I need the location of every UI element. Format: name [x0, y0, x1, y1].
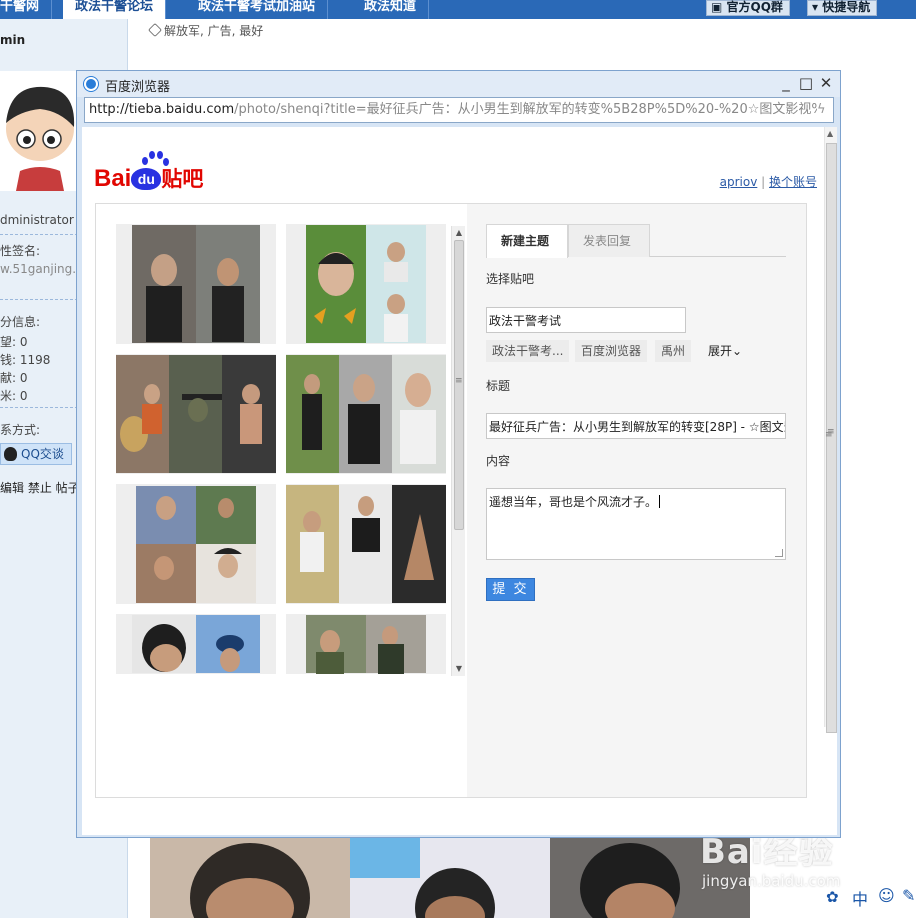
baidu-browser-icon	[84, 77, 98, 91]
tab-reply[interactable]: 发表回复	[568, 224, 650, 257]
quick-nav-button[interactable]: ▾ 快捷导航	[807, 0, 878, 16]
stat-row: 米: 0	[0, 387, 28, 404]
photo-thumbnail[interactable]	[116, 484, 276, 604]
stat-label: 献:	[0, 371, 17, 385]
signature-value[interactable]: w.51ganjing.c	[0, 262, 83, 276]
logo-tieba: 贴吧	[161, 168, 204, 191]
maximize-icon[interactable]: □	[798, 75, 814, 91]
account-name-link[interactable]: apriov	[720, 175, 758, 189]
forum-top-nav: 干警网 政法干警论坛 政法干警考试加油站 政法知道 ▣ 官方QQ群 ▾ 快捷导航	[0, 0, 916, 19]
nav-tab-exam-station[interactable]: 政法干警考试加油站	[186, 0, 329, 19]
nav-tab-zhidao[interactable]: 政法知道	[352, 0, 430, 19]
qq-penguin-icon	[4, 447, 17, 461]
scroll-up-icon[interactable]: ▲	[827, 129, 833, 138]
account-links: apriov | 换个账号	[719, 175, 817, 189]
points-label: 分信息:	[0, 315, 41, 329]
tag-icon	[147, 22, 163, 38]
contact-label: 系方式:	[0, 423, 41, 437]
expand-bars-toggle[interactable]: 展开⌄	[708, 340, 742, 362]
suggested-bar-chip[interactable]: 政法干警考...	[486, 340, 570, 362]
tags-text[interactable]: 解放军, 广告, 最好	[164, 24, 263, 38]
stat-label: 钱:	[0, 353, 17, 367]
admin-actions[interactable]: 编辑 禁止 帖子	[0, 479, 80, 496]
address-bar[interactable]: http://tieba.baidu.com/photo/shenqi?titl…	[84, 97, 834, 123]
minimize-icon[interactable]: _	[778, 75, 794, 91]
stat-value: 0	[19, 335, 28, 349]
content-label: 内容	[486, 454, 511, 468]
scroll-down-icon[interactable]: ▼	[454, 664, 464, 674]
qq-chat-button[interactable]: QQ交谈	[0, 443, 72, 465]
photo-thumbnail[interactable]	[116, 614, 276, 674]
username[interactable]: min	[0, 33, 25, 47]
form-tabs: 新建主题 发表回复	[486, 224, 786, 258]
url-path: /photo/shenqi?title=最好征兵广告：从小男生到解放军的转变%5…	[234, 102, 833, 117]
suggested-bar-chip[interactable]: 禹州	[655, 340, 692, 362]
official-qq-group-label: 官方QQ群	[726, 0, 783, 14]
avatar[interactable]	[0, 71, 76, 191]
scroll-up-icon[interactable]: ▲	[454, 228, 464, 238]
emoji-icon[interactable]: ☺	[878, 886, 895, 905]
select-bar-label: 选择贴吧	[486, 272, 535, 286]
submit-button[interactable]: 提 交	[486, 578, 535, 601]
background-photo[interactable]	[150, 838, 350, 921]
photo-thumbnail[interactable]	[116, 354, 276, 474]
scroll-grip-icon: ≡	[455, 376, 463, 386]
stat-value: 1198	[19, 353, 51, 367]
share-panel: ▲ ≡ ▼ 新建主题 发表回复 选择贴吧 政法干警考试 政法干警考... 百度浏…	[95, 203, 807, 798]
paw-icon[interactable]: ✿	[826, 888, 839, 906]
official-qq-group-button[interactable]: ▣ 官方QQ群	[706, 0, 790, 16]
url-host: http://tieba.baidu.com	[89, 102, 235, 117]
signature-label: 性签名:	[0, 244, 41, 258]
photo-thumbnail[interactable]	[286, 484, 446, 604]
page-scroll-grip-icon[interactable]: ≡	[825, 430, 833, 440]
content-textarea[interactable]: 遥想当年，哥也是个风流才子。	[486, 488, 786, 560]
popup-title-bar[interactable]: 百度浏览器 _ □ ✕	[77, 71, 840, 97]
stat-value: 0	[19, 389, 28, 403]
baidu-browser-popup: 百度浏览器 _ □ ✕ http://tieba.baidu.com/photo…	[76, 70, 841, 838]
post-tags: 解放军, 广告, 最好	[147, 22, 263, 39]
popup-scrollbar[interactable]: ▲ ≡	[824, 127, 837, 733]
photo-thumbnail[interactable]	[116, 224, 276, 344]
background-photo-strip	[150, 838, 750, 921]
photo-thumbnail[interactable]	[286, 224, 446, 344]
nav-tab-forum[interactable]: 政法干警论坛	[63, 0, 167, 19]
popup-window-title: 百度浏览器	[105, 80, 171, 95]
nav-tab-home[interactable]: 干警网	[0, 0, 53, 19]
bar-name-input[interactable]: 政法干警考试	[486, 307, 686, 333]
stat-row: 献: 0	[0, 369, 28, 386]
user-role: dministrator	[0, 213, 74, 227]
logo-du: du	[131, 168, 162, 190]
ime-chinese-indicator[interactable]: 中	[852, 886, 868, 910]
photo-scrollbar[interactable]: ▲ ≡ ▼	[451, 226, 465, 676]
lightning-icon[interactable]: ϟ	[817, 98, 831, 122]
logo-bai: Bai	[94, 165, 132, 192]
content-text: 遥想当年，哥也是个风流才子。	[489, 495, 658, 509]
popup-content: Bai du 贴吧 apriov | 换个账号 ▲ ≡ ▼ 新建主题 发表回复 …	[82, 127, 837, 835]
stat-label: 米:	[0, 389, 17, 403]
switch-account-link[interactable]: 换个账号	[769, 175, 817, 189]
text-caret	[659, 495, 661, 508]
title-label: 标题	[486, 379, 511, 393]
photo-thumbnail[interactable]	[286, 614, 446, 674]
expand-label: 展开	[708, 344, 733, 358]
photo-thumbnail[interactable]	[286, 354, 446, 474]
jingyan-watermark-url: jingyan.baidu.com	[702, 872, 841, 890]
title-input[interactable]: 最好征兵广告：从小男生到解放军的转变[28P] - ☆图文影视%2	[486, 413, 786, 439]
bottom-toolbar: ✿ 中 ☺ ✎	[822, 884, 916, 912]
quick-nav-label: 快捷导航	[822, 0, 871, 14]
pen-icon[interactable]: ✎	[902, 886, 915, 905]
close-icon[interactable]: ✕	[818, 75, 834, 91]
stat-row: 钱: 1198	[0, 351, 50, 368]
suggested-bar-chip[interactable]: 百度浏览器	[575, 340, 648, 362]
stat-label: 望:	[0, 335, 17, 349]
stat-value: 0	[19, 371, 28, 385]
tab-new-topic[interactable]: 新建主题	[486, 224, 568, 258]
chevron-down-icon: ⌄	[732, 344, 743, 358]
qq-chat-label: QQ交谈	[21, 447, 64, 461]
stat-row: 望: 0	[0, 333, 28, 350]
background-photo[interactable]	[350, 838, 550, 921]
photo-picker: ▲ ≡ ▼	[96, 204, 467, 797]
resize-grip-icon[interactable]	[775, 549, 783, 557]
